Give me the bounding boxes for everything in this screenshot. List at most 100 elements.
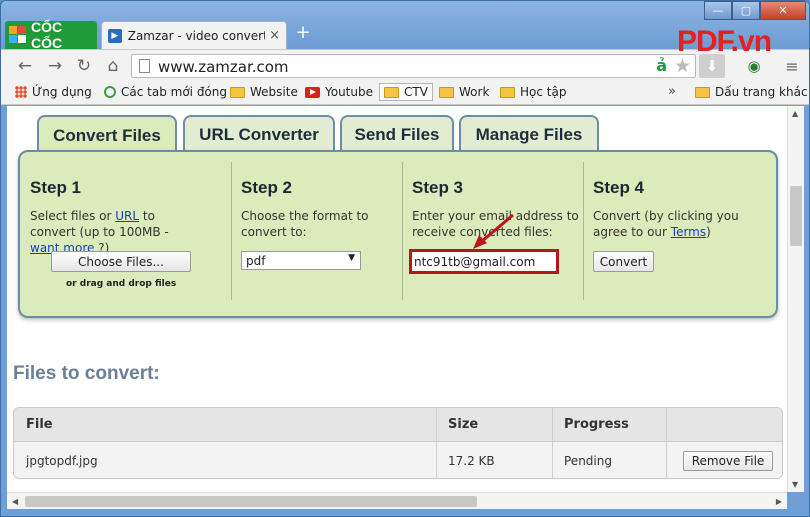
column-divider (552, 408, 553, 478)
bookmark-work[interactable]: Work (439, 85, 489, 99)
terms-link[interactable]: Terms (671, 225, 706, 239)
forward-arrow-icon[interactable]: → (45, 56, 65, 76)
bookmark-label: Work (459, 85, 490, 99)
convert-button[interactable]: Convert (593, 251, 654, 272)
step-4-description: Convert (by clicking you agree to our Te… (593, 208, 743, 240)
horizontal-scrollbar[interactable]: ◀ ▶ (7, 492, 787, 509)
new-tab-button[interactable]: + (293, 24, 313, 43)
column-divider (436, 408, 437, 478)
bookmark-apps[interactable]: Ứng dụng (15, 85, 92, 99)
column-divider (666, 408, 667, 478)
close-window-button[interactable]: ✕ (760, 1, 806, 20)
url-text: www.zamzar.com (158, 58, 289, 76)
browser-tab-zamzar[interactable]: ▶ Zamzar - video converter, a × (101, 21, 287, 49)
other-bookmarks[interactable]: Dấu trang khác (695, 85, 808, 99)
scroll-left-icon[interactable]: ◀ (12, 497, 18, 506)
tab-send-files[interactable]: Send Files (340, 115, 454, 152)
dropdown-caret-icon: ▼ (348, 253, 355, 263)
step-2-title: Step 2 (241, 178, 293, 197)
remove-file-button[interactable]: Remove File (683, 451, 773, 471)
scroll-right-icon[interactable]: ▶ (776, 497, 782, 506)
selected-format: pdf (246, 253, 266, 268)
folder-icon (230, 86, 245, 98)
pdfvn-watermark: PDF.vn (677, 25, 772, 58)
step-1-text: Select files or (30, 209, 116, 223)
bookmarks-more-chevron-icon[interactable]: » (668, 84, 676, 99)
choose-files-button[interactable]: Choose Files... (51, 251, 191, 272)
bookmark-youtube[interactable]: Youtube (305, 85, 373, 99)
tab-convert-files[interactable]: Convert Files (37, 115, 177, 155)
step-1: Step 1 Select files or URL to convert (u… (30, 152, 220, 300)
scroll-up-icon[interactable]: ▲ (792, 109, 798, 118)
step-2-description: Choose the format to convert to: (241, 209, 369, 239)
reload-icon[interactable]: ↻ (74, 56, 94, 76)
scroll-down-icon[interactable]: ▼ (792, 480, 798, 489)
address-bar[interactable]: www.zamzar.com ả ★ (131, 54, 696, 78)
back-arrow-icon[interactable]: ← (15, 56, 35, 76)
bookmark-label: Dấu trang khác (715, 85, 808, 99)
annotation-arrow-icon (473, 213, 514, 249)
tab-url-converter[interactable]: URL Converter (183, 115, 335, 152)
translate-badge-icon[interactable]: ả (656, 56, 667, 75)
step-3: Step 3 Enter your email address to recei… (409, 152, 582, 300)
bookmark-recent-tabs[interactable]: Các tab mới đóng (104, 85, 227, 99)
column-progress: Progress (564, 417, 629, 432)
vertical-scrollbar[interactable]: ▲ ▼ (787, 106, 804, 492)
folder-icon (695, 86, 710, 98)
bookmarks-bar: Ứng dụng Các tab mới đóng Website Youtub… (1, 81, 809, 105)
files-to-convert-heading: Files to convert: (13, 363, 160, 384)
step-4-text: Convert (by clicking you agree to our (593, 209, 739, 239)
bookmark-label: Học tập (520, 85, 567, 99)
step-1-description: Select files or URL to convert (up to 10… (30, 208, 200, 256)
bookmark-label: Youtube (325, 85, 373, 99)
bookmark-label: Ứng dụng (32, 85, 92, 99)
tab-close-icon[interactable]: × (269, 28, 280, 43)
apps-icon (15, 86, 27, 98)
browser-window: CỐC CỐC ▶ Zamzar - video converter, a × … (0, 0, 810, 517)
table-row: jpgtopdf.jpg 17.2 KB Pending Remove File (14, 442, 782, 478)
bookmark-website[interactable]: Website (230, 85, 298, 99)
format-select[interactable]: pdf ▼ (241, 251, 361, 270)
step-divider (402, 162, 403, 300)
step-3-title: Step 3 (412, 178, 464, 197)
email-field[interactable]: ntc91tb@gmail.com (409, 249, 559, 274)
bookmark-label: CTV (404, 85, 428, 99)
file-progress: Pending (564, 454, 612, 468)
step-4: Step 4 Convert (by clicking you agree to… (593, 152, 768, 300)
bookmark-label: Website (250, 85, 298, 99)
logo-text: CỐC CỐC (30, 19, 63, 51)
step-divider (231, 162, 232, 300)
coccoc-logo-icon (9, 26, 27, 44)
minimize-button[interactable]: — (704, 1, 732, 20)
tab-manage-files[interactable]: Manage Files (459, 115, 599, 152)
bookmark-label: Các tab mới đóng (121, 85, 227, 99)
column-file: File (26, 417, 53, 432)
url-link[interactable]: URL (115, 209, 139, 223)
table-header: File Size Progress (14, 408, 782, 442)
recent-tabs-icon (104, 86, 116, 98)
convert-steps-panel: Step 1 Select files or URL to convert (u… (18, 150, 778, 318)
drag-drop-note: or drag and drop files (66, 279, 177, 289)
bookmark-ctv[interactable]: CTV (379, 83, 433, 101)
tab-title: Zamzar - video converter, a (127, 28, 265, 43)
window-bottom-frame (1, 509, 809, 516)
step-divider (583, 162, 584, 300)
youtube-icon (305, 86, 320, 98)
zamzar-favicon-icon: ▶ (108, 28, 122, 43)
vertical-scroll-thumb[interactable] (790, 186, 802, 246)
folder-icon (500, 86, 515, 98)
folder-icon (439, 86, 454, 98)
menu-icon[interactable]: ≡ (779, 54, 805, 78)
horizontal-scroll-thumb[interactable] (25, 496, 477, 507)
coccoc-logo[interactable]: CỐC CỐC (5, 19, 97, 51)
page-content: Convert Files URL Converter Send Files M… (7, 106, 787, 492)
home-icon[interactable]: ⌂ (103, 56, 123, 76)
folder-icon (384, 86, 399, 98)
page-icon (139, 59, 150, 73)
bookmark-hoc-tap[interactable]: Học tập (500, 85, 566, 99)
window-controls: — ▢ ✕ (704, 1, 806, 21)
column-size: Size (448, 417, 479, 432)
file-name: jpgtopdf.jpg (26, 454, 98, 468)
step-4-text: ) (706, 225, 711, 239)
maximize-button[interactable]: ▢ (732, 1, 760, 20)
